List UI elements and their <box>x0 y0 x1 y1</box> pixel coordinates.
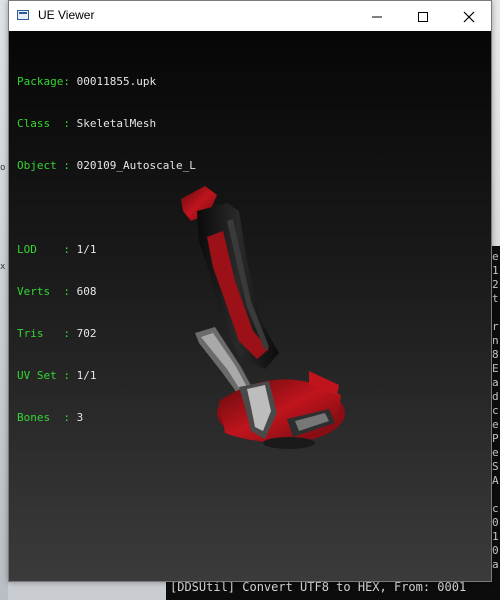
info-row-class: Class : SkeletalMesh <box>17 117 196 131</box>
console-text-fragment: t <box>492 292 499 305</box>
app-window-icon <box>17 10 29 20</box>
ue-viewer-window: UE Viewer Package: 00011855.upk Class : … <box>8 0 492 582</box>
desktop-edge-mark: o <box>0 163 6 173</box>
console-text-fragment: 2 <box>492 278 499 291</box>
console-text-fragment: S <box>492 460 499 473</box>
info-label: Verts : <box>17 285 77 298</box>
info-value: 020109_Autoscale_L <box>76 159 196 172</box>
console-text-fragment: E <box>492 362 499 375</box>
info-label: LOD : <box>17 243 77 256</box>
minimize-button[interactable] <box>353 1 399 31</box>
info-value: 608 <box>76 285 97 298</box>
info-value: 1/1 <box>76 243 97 256</box>
console-text-fragment: a <box>492 376 499 389</box>
info-label: UV Set : <box>17 369 77 382</box>
console-text-fragment: P <box>492 432 499 445</box>
console-text-fragment <box>492 488 500 501</box>
info-value: 00011855.upk <box>76 75 157 88</box>
3d-viewport[interactable]: Package: 00011855.upk Class : SkeletalMe… <box>9 31 491 581</box>
desktop-background-left: o x <box>0 0 8 600</box>
console-window-edge: e12trn8EadcePeSAc010a <box>492 246 500 600</box>
info-value: 702 <box>76 327 97 340</box>
console-text-fragment <box>492 306 500 319</box>
desktop-edge-mark: x <box>0 262 6 272</box>
window-title: UE Viewer <box>38 8 95 22</box>
skeletal-mesh-model <box>181 186 345 449</box>
maximize-icon <box>418 12 428 22</box>
close-button[interactable] <box>445 1 491 31</box>
console-text-fragment: 0 <box>492 516 499 529</box>
close-icon <box>463 11 475 23</box>
console-text-fragment: c <box>492 404 499 417</box>
console-text-fragment: a <box>492 558 499 571</box>
maximize-button[interactable] <box>399 1 445 31</box>
console-text-fragment: 0 <box>492 544 499 557</box>
console-text-fragment: A <box>492 474 499 487</box>
info-label: Bones : <box>17 411 77 424</box>
info-label: Class : <box>17 117 77 130</box>
info-label: Object : <box>17 159 77 172</box>
info-label: Tris : <box>17 327 77 340</box>
console-text-fragment: 1 <box>492 264 499 277</box>
console-text-fragment: e <box>492 418 499 431</box>
info-label: Package: <box>17 75 77 88</box>
title-bar[interactable]: UE Viewer <box>9 1 491 31</box>
info-value: 3 <box>76 411 84 424</box>
console-text-fragment: e <box>492 250 499 263</box>
info-value: 1/1 <box>76 369 97 382</box>
console-text-fragment: r <box>492 320 499 333</box>
info-value: SkeletalMesh <box>76 117 157 130</box>
console-text-fragment: 1 <box>492 530 499 543</box>
info-row-object: Object : 020109_Autoscale_L <box>17 159 196 173</box>
minimize-icon <box>372 16 382 18</box>
console-text-fragment: e <box>492 446 499 459</box>
console-text-fragment: 8 <box>492 348 499 361</box>
console-text-fragment: n <box>492 334 499 347</box>
console-text-fragment: d <box>492 390 499 403</box>
info-row-package: Package: 00011855.upk <box>17 75 196 89</box>
console-text-fragment: c <box>492 502 499 515</box>
console-output-line: [DDSUtil] Convert UTF8 to HEX, From: 000… <box>166 580 500 600</box>
